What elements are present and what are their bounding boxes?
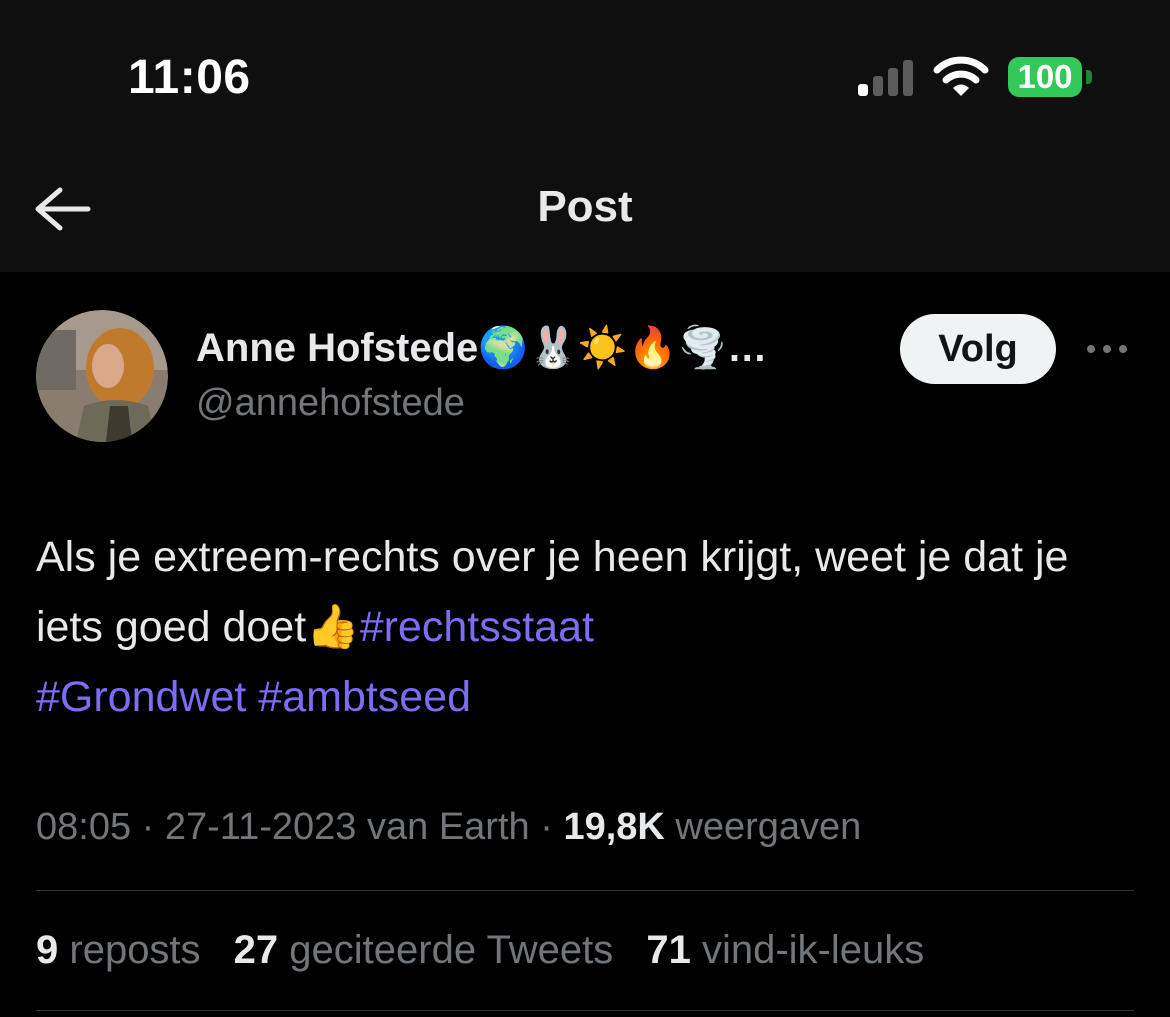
meta-separator: · xyxy=(540,806,553,848)
post-meta: 08:05 · 27-11-2023 van Earth · 19,8K wee… xyxy=(36,806,861,849)
reposts-label: reposts xyxy=(69,928,201,972)
wifi-icon xyxy=(933,56,989,96)
battery-icon: 100 xyxy=(1008,57,1094,99)
hashtag-ambtseed[interactable]: #ambtseed xyxy=(258,673,471,721)
quotes-count: 27 xyxy=(233,928,279,972)
post-source: van Earth xyxy=(367,806,530,848)
battery-tip xyxy=(1086,70,1092,84)
likes-stat[interactable]: 71 vind-ik-leuks xyxy=(646,928,924,972)
page-title: Post xyxy=(537,182,633,231)
author-display-name[interactable]: Anne Hofstede🌍🐰☀️🔥🌪️… xyxy=(196,324,767,371)
meta-separator: · xyxy=(141,806,155,848)
likes-label: vind-ik-leuks xyxy=(701,928,925,972)
views-count[interactable]: 19,8K xyxy=(563,806,664,848)
views-label: weergaven xyxy=(675,806,862,848)
quotes-stat[interactable]: 27 geciteerde Tweets xyxy=(234,928,625,972)
quotes-label: geciteerde Tweets xyxy=(289,928,614,972)
hashtag-grondwet[interactable]: #Grondwet xyxy=(36,673,246,721)
divider xyxy=(36,890,1134,891)
more-horizontal-icon[interactable] xyxy=(1084,336,1130,362)
avatar[interactable] xyxy=(36,310,168,442)
likes-count: 71 xyxy=(646,928,691,972)
post-date: 27-11-2023 xyxy=(164,806,357,848)
reposts-stat[interactable]: 9 reposts xyxy=(36,928,212,972)
status-time: 11:06 xyxy=(128,51,251,104)
follow-button[interactable]: Volg xyxy=(900,314,1056,384)
post-time: 08:05 xyxy=(36,806,132,848)
cellular-signal-icon xyxy=(858,60,913,96)
status-bar: 11:06 100 xyxy=(0,0,1170,150)
hashtag-rechtsstaat[interactable]: #rechtsstaat xyxy=(360,603,594,651)
author-handle[interactable]: @annehofstede xyxy=(196,382,465,425)
post-body: Als je extreem-rechts over je heen krijg… xyxy=(36,522,1146,732)
divider xyxy=(36,1010,1134,1011)
battery-level: 100 xyxy=(1008,57,1082,97)
post-stats: 9 reposts 27 geciteerde Tweets 71 vind-i… xyxy=(36,928,946,973)
reposts-count: 9 xyxy=(36,928,59,972)
